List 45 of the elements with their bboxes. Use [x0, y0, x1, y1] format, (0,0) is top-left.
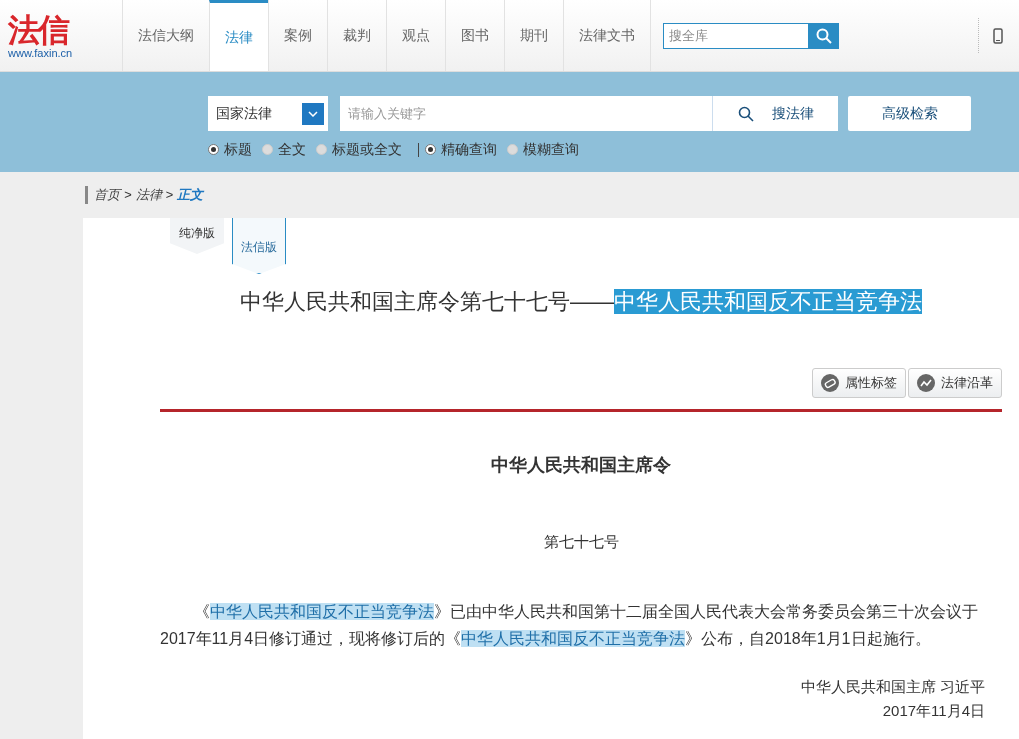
breadcrumb-separator: > — [165, 186, 174, 205]
search-icon — [816, 27, 832, 44]
document-heading: 中华人民共和国主席令 — [490, 454, 672, 477]
nav-tab[interactable]: 案例 — [268, 0, 327, 71]
category-select[interactable]: 国家法律 — [208, 96, 328, 131]
version-tab[interactable]: 法信版 — [232, 218, 286, 274]
radio-button[interactable] — [208, 144, 219, 155]
document-title: 中华人民共和国主席令第七十七号——中华人民共和国反不正当竞争法 — [239, 288, 923, 316]
search-button[interactable] — [809, 22, 839, 49]
breadcrumb-link[interactable]: 首页 — [94, 185, 120, 205]
document-date: 2017年11月4日 — [881, 701, 986, 721]
search-law-button[interactable]: 搜法律 — [712, 96, 838, 131]
tag-icon — [821, 374, 839, 392]
radio-button[interactable] — [425, 144, 436, 155]
radio-label[interactable]: 全文 — [278, 139, 306, 160]
nav-tab[interactable]: 观点 — [386, 0, 445, 71]
nav-tab[interactable]: 裁判 — [327, 0, 386, 71]
nav-tab[interactable]: 期刊 — [504, 0, 563, 71]
nav-tab[interactable]: 图书 — [445, 0, 504, 71]
radio-button[interactable] — [507, 144, 518, 155]
nav-tab[interactable]: 法律文书 — [563, 0, 650, 71]
chevron-down-icon — [308, 110, 318, 117]
radio-label[interactable]: 标题 — [224, 139, 252, 160]
radio-label[interactable]: 标题或全文 — [332, 139, 402, 160]
search-icon — [737, 105, 754, 122]
keyword-field[interactable]: 请输入关键字 — [340, 96, 712, 131]
version-tab[interactable]: 纯净版 — [170, 218, 224, 254]
global-search-field[interactable]: 搜全库 — [663, 22, 809, 49]
advanced-search-button[interactable]: 高级检索 — [848, 96, 971, 131]
breadcrumb-link[interactable]: 法律 — [135, 185, 162, 205]
signer-line: 中华人民共和国主席 习近平 — [799, 676, 986, 697]
radio-label[interactable]: 精确查询 — [441, 139, 497, 160]
tool-button[interactable]: 法律沿革 — [908, 368, 1002, 398]
breadcrumb-separator: > — [124, 186, 132, 205]
trend-icon — [917, 374, 935, 392]
radio-button[interactable] — [262, 144, 273, 155]
document-number: 第七十七号 — [542, 532, 620, 552]
site-logo[interactable]: 法信 www.faxin.cn — [0, 0, 122, 71]
radio-label[interactable]: 模糊查询 — [523, 139, 579, 160]
breadcrumb-link[interactable]: 正文 — [177, 185, 204, 205]
nav-tab[interactable]: 法律 — [209, 0, 268, 71]
document-paragraph: 《中华人民共和国反不正当竞争法》已由中华人民共和国第十二届全国人民代表大会常务委员会第三十次会议于2017年11月4日修订通过，现将修订后的《中华人民共和国反不正当竞争法》公布，自2018年1月1日起施行。 — [160, 601, 979, 649]
radio-button[interactable] — [316, 144, 327, 155]
mobile-phone-icon[interactable] — [993, 27, 1003, 44]
tool-button[interactable]: 属性标签 — [812, 368, 906, 398]
